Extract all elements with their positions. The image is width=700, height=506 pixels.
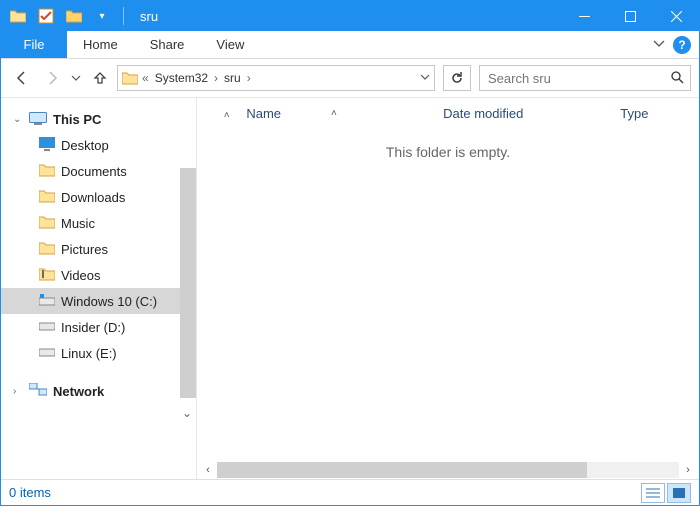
tree-label: Pictures	[61, 242, 108, 257]
scroll-left-button[interactable]: ‹	[199, 462, 217, 478]
minimize-button[interactable]	[561, 1, 607, 31]
this-pc-icon	[29, 112, 47, 126]
folder-icon	[7, 5, 29, 27]
tree-videos[interactable]: Videos	[1, 262, 196, 288]
tree-documents[interactable]: Documents	[1, 158, 196, 184]
forward-button[interactable]	[39, 65, 65, 91]
tree-label: Downloads	[61, 190, 125, 205]
scroll-thumb[interactable]	[217, 462, 587, 478]
separator	[123, 7, 124, 25]
tab-file[interactable]: File	[1, 31, 67, 58]
tab-view[interactable]: View	[200, 31, 260, 58]
column-headers: ˄ Name ˄ Date modified Type	[197, 98, 699, 128]
item-count: 0 items	[9, 485, 51, 500]
back-button[interactable]	[9, 65, 35, 91]
tree-label: Network	[53, 384, 104, 399]
recent-locations-icon[interactable]	[69, 65, 83, 91]
content-pane: ˄ Name ˄ Date modified Type This folder …	[197, 98, 699, 479]
tree-desktop[interactable]: Desktop	[1, 132, 196, 158]
tab-home[interactable]: Home	[67, 31, 134, 58]
horizontal-scrollbar: ‹ ›	[197, 461, 699, 479]
tree-label: This PC	[53, 112, 101, 127]
tree-network[interactable]: › Network	[1, 378, 196, 404]
status-bar: 0 items	[1, 479, 699, 505]
chevron-right-icon[interactable]: ›	[247, 71, 251, 85]
maximize-button[interactable]	[607, 1, 653, 31]
tree-downloads[interactable]: Downloads	[1, 184, 196, 210]
sort-caret-icon[interactable]: ˄	[331, 108, 337, 119]
drive-icon	[39, 294, 55, 309]
column-type[interactable]: Type	[620, 106, 699, 121]
window-title: sru	[140, 9, 158, 24]
tree-label: Documents	[61, 164, 127, 179]
tree-drive-d[interactable]: Insider (D:)	[1, 314, 196, 340]
tree-drive-e[interactable]: Linux (E:)	[1, 340, 196, 366]
large-icons-view-button[interactable]	[667, 483, 691, 503]
tree-label: Desktop	[61, 138, 109, 153]
empty-folder-message: This folder is empty.	[197, 128, 699, 160]
drive-icon	[39, 346, 55, 360]
tree-pictures[interactable]: Pictures	[1, 236, 196, 262]
new-folder-icon[interactable]	[63, 5, 85, 27]
scroll-right-button[interactable]: ›	[679, 462, 697, 478]
network-icon	[29, 383, 47, 400]
close-button[interactable]	[653, 1, 699, 31]
tree-label: Insider (D:)	[61, 320, 125, 335]
tree-label: Music	[61, 216, 95, 231]
desktop-icon	[39, 137, 55, 154]
address-bar[interactable]: « System32 › sru ›	[117, 65, 435, 91]
search-input[interactable]	[486, 70, 670, 87]
search-icon[interactable]	[670, 70, 684, 87]
explorer-window: ▾ sru File Home Share View ?	[0, 0, 700, 506]
ribbon-expand-icon[interactable]	[653, 37, 665, 52]
tree-this-pc[interactable]: ⌄ This PC	[1, 106, 196, 132]
details-view-button[interactable]	[641, 483, 665, 503]
navigation-toolbar: « System32 › sru ›	[1, 59, 699, 97]
address-dropdown-icon[interactable]	[420, 71, 430, 85]
folder-icon	[39, 241, 55, 258]
tree-label: Windows 10 (C:)	[61, 294, 157, 309]
folder-icon	[39, 163, 55, 180]
search-box[interactable]	[479, 65, 691, 91]
qat-dropdown-icon[interactable]: ▾	[91, 5, 113, 27]
folder-icon	[39, 189, 55, 206]
body: ⌄ This PC Desktop Documents Downloads	[1, 97, 699, 479]
chevron-right-icon[interactable]: ›	[214, 71, 218, 85]
title-bar: ▾ sru	[1, 1, 699, 31]
scroll-track[interactable]	[217, 462, 679, 478]
quick-access-toolbar: ▾ sru	[1, 5, 158, 27]
navigation-pane: ⌄ This PC Desktop Documents Downloads	[1, 98, 197, 479]
column-date[interactable]: Date modified	[443, 106, 620, 121]
up-button[interactable]	[87, 65, 113, 91]
breadcrumb-root-sep[interactable]: «	[142, 71, 149, 85]
tree-label: Linux (E:)	[61, 346, 117, 361]
tab-share[interactable]: Share	[134, 31, 201, 58]
nav-expand-icon[interactable]: ⌄	[182, 406, 192, 420]
breadcrumb-sru[interactable]: sru	[222, 71, 243, 85]
nav-scrollbar-thumb[interactable]	[180, 168, 196, 398]
tree-drive-c[interactable]: Windows 10 (C:)	[1, 288, 196, 314]
ribbon-tabs: File Home Share View ?	[1, 31, 699, 59]
drive-icon	[39, 320, 55, 334]
view-toggles	[641, 483, 691, 503]
help-icon[interactable]: ?	[673, 36, 691, 54]
folder-icon	[122, 71, 138, 85]
expand-icon[interactable]: ›	[13, 386, 23, 397]
tree-music[interactable]: Music	[1, 210, 196, 236]
window-controls	[561, 1, 699, 31]
folder-icon	[39, 215, 55, 232]
properties-icon[interactable]	[35, 5, 57, 27]
sort-caret-icon[interactable]: ˄	[224, 110, 230, 121]
column-name[interactable]: Name	[246, 106, 281, 121]
breadcrumb-system32[interactable]: System32	[153, 71, 210, 85]
expand-icon[interactable]: ⌄	[13, 114, 23, 125]
tree-label: Videos	[61, 268, 101, 283]
folder-icon	[39, 267, 55, 284]
refresh-button[interactable]	[443, 65, 471, 91]
